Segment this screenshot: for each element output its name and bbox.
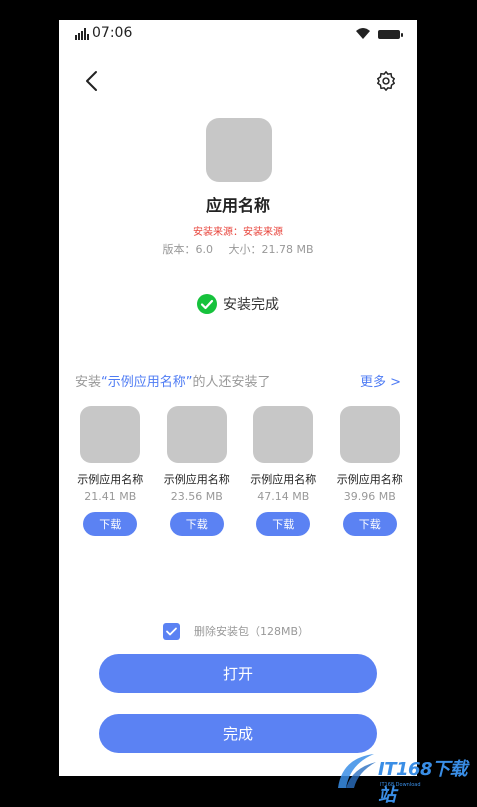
app-meta: 版本：6.0 大小：21.78 MB <box>59 241 417 257</box>
recommend-app-name: 示例应用名称 <box>77 473 144 486</box>
download-button[interactable]: 下载 <box>342 512 397 536</box>
recommend-app-icon <box>80 406 141 463</box>
download-button[interactable]: 下载 <box>169 512 224 536</box>
recommend-item[interactable]: 示例应用名称 21.41 MB 下载 <box>67 406 154 536</box>
watermark: IT168下载站 IT168 Download <box>330 746 477 806</box>
wifi-icon <box>356 28 370 39</box>
recommend-title-highlight: “示例应用名称” <box>101 375 193 390</box>
app-name: 应用名称 <box>205 196 270 215</box>
recommend-app-size: 21.41 MB <box>84 490 137 503</box>
gear-icon[interactable] <box>375 70 397 92</box>
install-status: 安装完成 <box>59 293 417 315</box>
recommend-title-prefix: 安装 <box>75 375 102 390</box>
recommend-app-name: 示例应用名称 <box>336 473 403 486</box>
delete-package-checkbox[interactable] <box>163 622 180 640</box>
recommend-app-size: 23.56 MB <box>170 490 223 503</box>
download-button[interactable]: 下载 <box>83 512 138 536</box>
battery-icon <box>378 30 403 39</box>
install-source: 安装来源：安装来源 <box>193 227 283 238</box>
checkmark-icon <box>166 627 177 635</box>
watermark-subtext: IT168 Download <box>380 782 421 788</box>
phone-screen: 07:06 应用名称 安装来源：安装来源 版本：6.0 大小：21.78 MB … <box>59 20 417 776</box>
download-button[interactable]: 下载 <box>256 512 311 536</box>
watermark-logo-icon <box>338 754 376 788</box>
check-circle-icon <box>197 294 217 314</box>
app-icon <box>206 118 272 182</box>
open-button[interactable]: 打开 <box>99 654 377 693</box>
recommend-app-name: 示例应用名称 <box>163 473 230 486</box>
app-size: 大小：21.78 MB <box>228 243 314 256</box>
watermark-text: IT168下载站 <box>378 759 468 806</box>
recommend-app-icon <box>166 406 227 463</box>
back-arrow-icon[interactable] <box>81 70 103 92</box>
recommend-app-size: 47.14 MB <box>257 490 310 503</box>
recommend-app-icon <box>339 406 400 463</box>
recommend-title: 安装“示例应用名称”的人还安装了 <box>75 375 271 390</box>
recommend-app-icon <box>253 406 314 463</box>
recommend-header: 安装“示例应用名称”的人还安装了 更多 > <box>75 371 401 391</box>
delete-package-label: 删除安装包（128MB） <box>194 625 310 638</box>
delete-package-row: 删除安装包（128MB） <box>163 622 309 640</box>
signal-icon <box>75 28 89 40</box>
recommend-list: 示例应用名称 21.41 MB 下载 示例应用名称 23.56 MB 下载 示例… <box>67 406 413 536</box>
recommend-title-suffix: 的人还安装了 <box>192 375 271 390</box>
install-status-text: 安装完成 <box>223 297 279 313</box>
status-time: 07:06 <box>92 25 133 41</box>
recommend-item[interactable]: 示例应用名称 39.96 MB 下载 <box>327 406 414 536</box>
recommend-app-name: 示例应用名称 <box>250 473 317 486</box>
status-bar: 07:06 <box>59 20 417 48</box>
more-link[interactable]: 更多 > <box>360 371 401 390</box>
recommend-app-size: 39.96 MB <box>343 490 396 503</box>
recommend-item[interactable]: 示例应用名称 23.56 MB 下载 <box>154 406 241 536</box>
app-version: 版本：6.0 <box>162 243 213 256</box>
recommend-item[interactable]: 示例应用名称 47.14 MB 下载 <box>240 406 327 536</box>
